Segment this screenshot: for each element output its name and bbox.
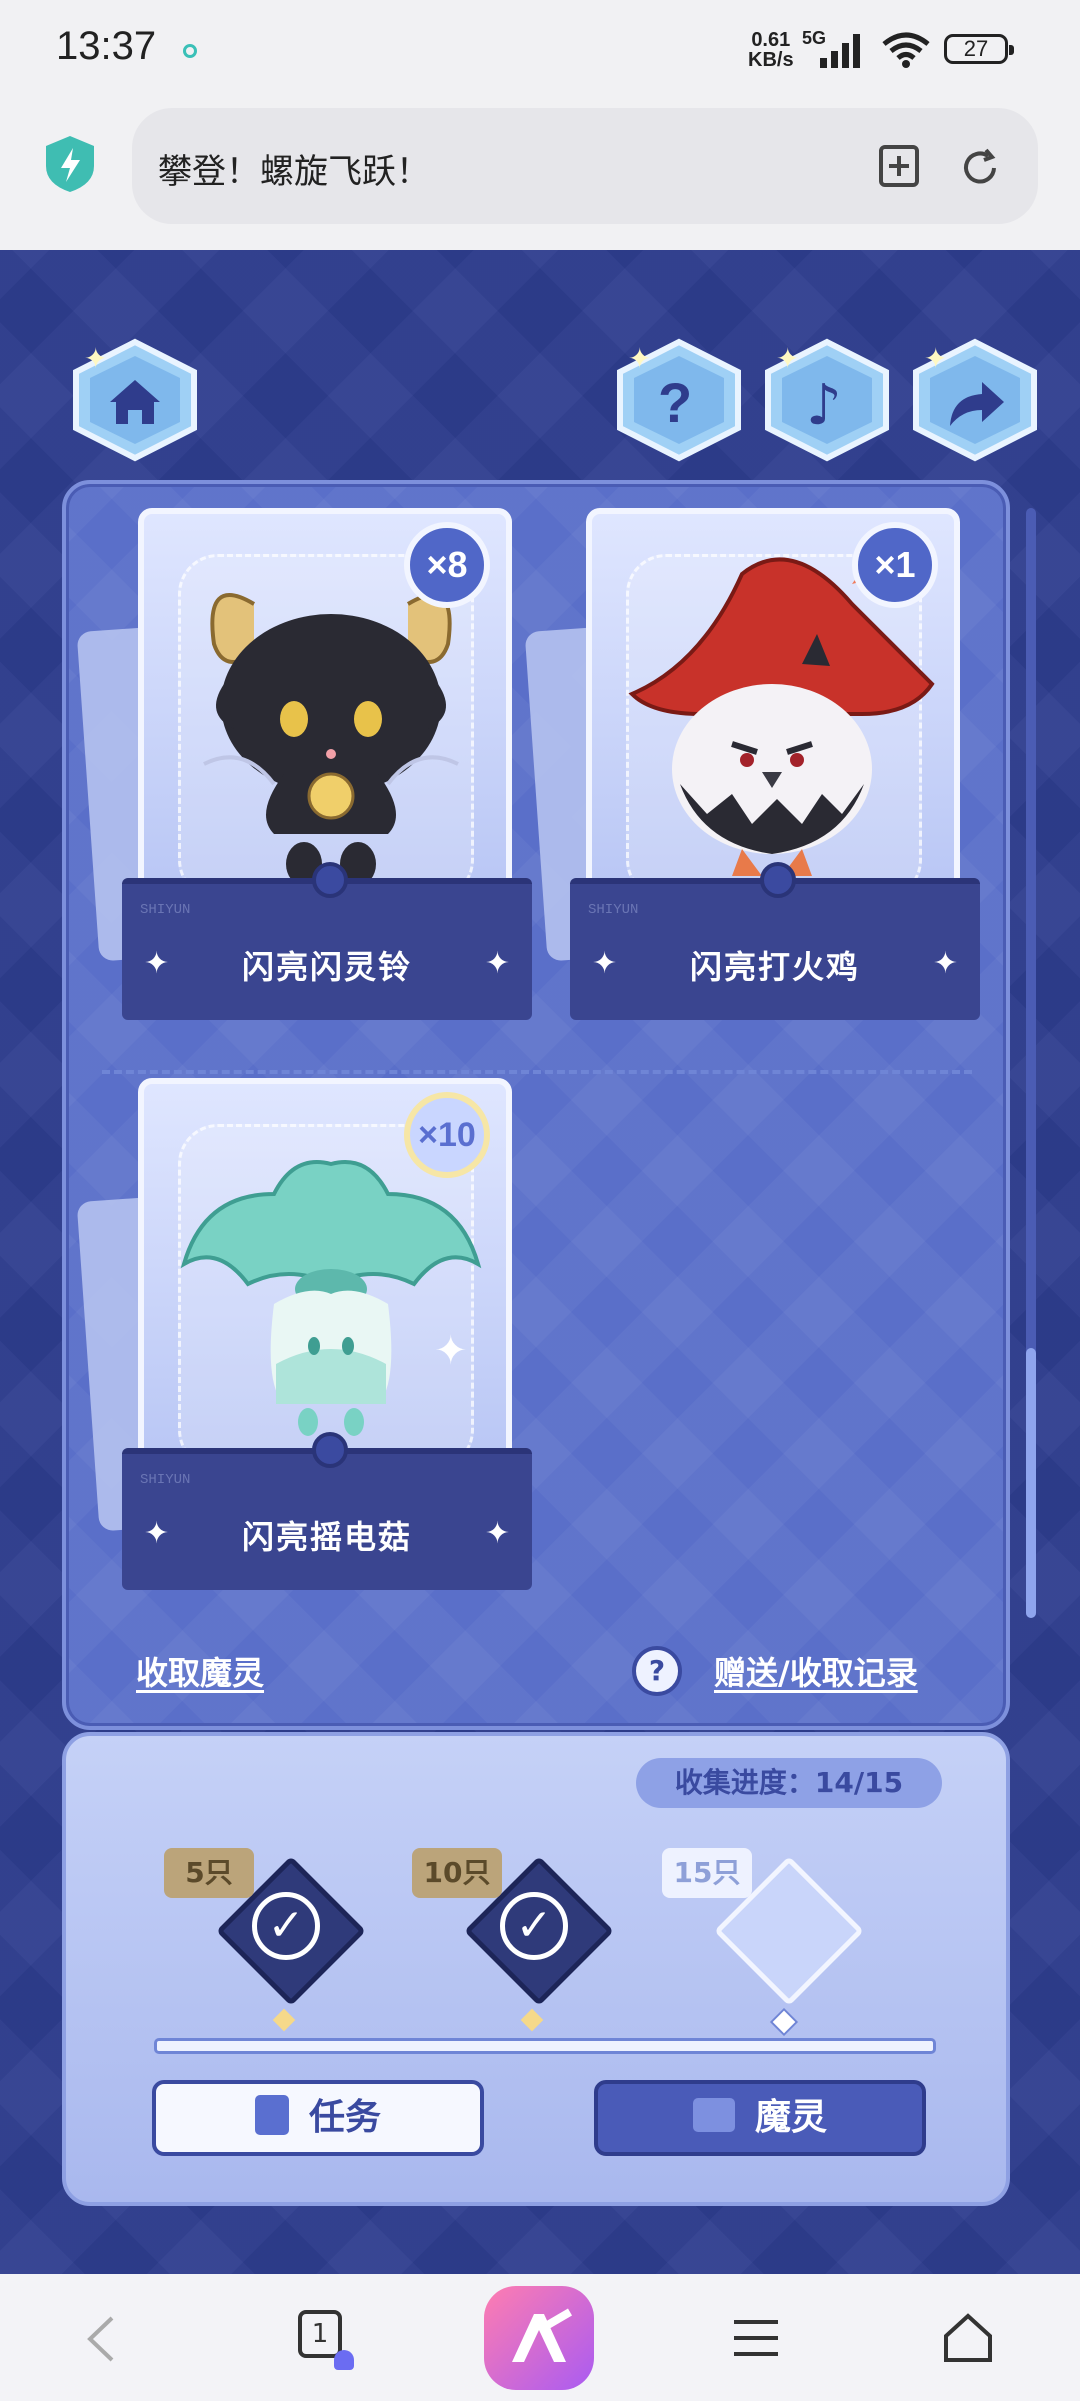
reward-milestone[interactable]: ✓ 10只: [412, 1848, 614, 2032]
question-icon: ? ✦: [617, 338, 741, 462]
svg-text:✦: ✦: [434, 1328, 468, 1374]
milestone-label: 15只: [662, 1848, 752, 1898]
svg-text:✦: ✦: [924, 342, 947, 375]
signal-icon: [820, 34, 860, 68]
checkmark-icon: ✓: [252, 1892, 320, 1960]
spirit-card[interactable]: ×8 SHIYUN ✦ 闪亮闪灵铃 ✦: [76, 508, 532, 1028]
share-icon: ✦: [913, 338, 1037, 462]
clock: 13:37: [56, 24, 157, 68]
wifi-icon: [882, 32, 930, 68]
spirit-card[interactable]: ×1 SHIYUN ✦ 闪亮打火鸡 ✦: [524, 508, 980, 1028]
browser-logo-button[interactable]: [484, 2286, 594, 2390]
task-button[interactable]: 任务: [152, 2080, 484, 2156]
ghost-icon: [334, 2350, 354, 2370]
spirit-name: 闪亮闪灵铃: [241, 948, 412, 986]
card-nameplate: SHIYUN ✦ 闪亮摇电菇 ✦: [122, 1432, 532, 1590]
back-icon[interactable]: [84, 2314, 118, 2364]
game-area: ✦ ? ✦ ♪ ✦ ✦ ×8 SHIYUN ✦ 闪亮闪灵铃 ✦ ×1 SHIYU…: [0, 250, 1080, 2274]
count-badge: ×10: [404, 1092, 490, 1178]
count-badge: ×8: [404, 522, 490, 608]
network-speed: 0.61 KB/s: [748, 29, 794, 71]
svg-text:?: ?: [658, 371, 692, 434]
spirit-card[interactable]: ✦ ×10 SHIYUN ✦ 闪亮摇电菇 ✦: [76, 1078, 532, 1598]
menu-icon[interactable]: [732, 2318, 780, 2358]
sparkle-icon: ✦: [484, 1516, 510, 1551]
svg-text:♪: ♪: [806, 373, 842, 438]
task-doc-icon: [254, 2095, 289, 2135]
reward-milestone[interactable]: 15只: [662, 1848, 864, 2037]
sparkle-icon: ✦: [484, 946, 510, 981]
share-button[interactable]: ✦: [910, 338, 1040, 462]
logo-icon: [512, 2308, 573, 2362]
notification-dot-icon: [183, 44, 197, 58]
sparkle-icon: ✦: [932, 946, 958, 981]
help-icon[interactable]: ?: [632, 1646, 682, 1696]
status-bar: 13:37 0.61 KB/s 5G 27: [0, 0, 1080, 104]
shield-icon[interactable]: [44, 134, 96, 194]
spirit-name: 闪亮摇电菇: [241, 1518, 412, 1556]
music-button[interactable]: ♪ ✦: [762, 338, 892, 462]
reload-icon[interactable]: [958, 146, 1002, 190]
home-icon[interactable]: [942, 2312, 994, 2364]
address-field[interactable]: 攀登！螺旋飞跃！: [132, 108, 1038, 224]
collection-progress: 收集进度：14/15: [636, 1758, 942, 1808]
spirit-button[interactable]: 魔灵: [594, 2080, 926, 2156]
home-icon: ✦: [73, 338, 197, 462]
battery-icon: 27: [944, 34, 1014, 64]
milestone-label: 5只: [164, 1848, 254, 1898]
page-title: 攀登！螺旋飞跃！: [158, 152, 430, 192]
music-note-icon: ♪ ✦: [765, 338, 889, 462]
home-button[interactable]: ✦: [70, 338, 200, 462]
svg-text:✦: ✦: [776, 342, 799, 375]
milestone-label: 10只: [412, 1848, 502, 1898]
card-nameplate: SHIYUN ✦ 闪亮闪灵铃 ✦: [122, 862, 532, 1020]
scrollbar-thumb[interactable]: [1026, 1348, 1036, 1618]
collect-spirit-link[interactable]: 收取魔灵: [136, 1648, 264, 1694]
spirit-name: 闪亮打火鸡: [689, 948, 860, 986]
svg-text:✦: ✦: [628, 342, 651, 375]
svg-text:✦: ✦: [84, 342, 107, 375]
folder-icon: [692, 2098, 735, 2132]
row-divider: [102, 1070, 972, 1074]
milestone-marker: [769, 2007, 799, 2037]
bookmark-add-icon[interactable]: [878, 144, 920, 188]
card-nameplate: SHIYUN ✦ 闪亮打火鸡 ✦: [570, 862, 980, 1020]
tabs-button[interactable]: 1: [298, 2310, 342, 2358]
checkmark-icon: ✓: [500, 1892, 568, 1960]
browser-bottom-nav: 1: [0, 2274, 1080, 2401]
reward-milestone[interactable]: ✓ 5只: [164, 1848, 366, 2032]
milestone-marker: [272, 2008, 296, 2032]
milestone-marker: [520, 2008, 544, 2032]
browser-address-bar: 攀登！螺旋飞跃！: [0, 104, 1080, 250]
collection-progress-panel: 收集进度：14/15 ✓ 5只 ✓ 10只 15只 任务 魔灵: [62, 1732, 1010, 2206]
gift-records-link[interactable]: 赠送/收取记录: [714, 1648, 918, 1694]
help-button[interactable]: ? ✦: [614, 338, 744, 462]
count-badge: ×1: [852, 522, 938, 608]
progress-track: [154, 2038, 936, 2054]
